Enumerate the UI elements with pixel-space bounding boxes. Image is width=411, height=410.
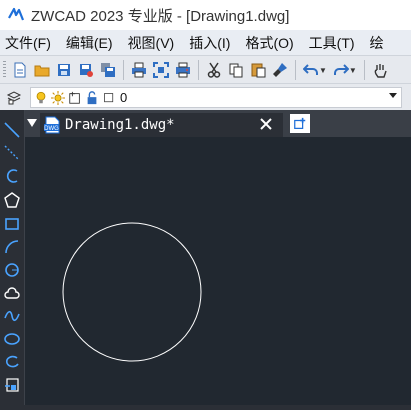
scissors-icon [207,62,221,78]
cloud-icon [4,287,20,299]
save-as-button[interactable] [75,59,97,81]
tab-list-dropdown-icon[interactable] [27,119,37,127]
unlock-icon[interactable] [84,90,99,105]
dwg-icon-text: DWG [44,126,59,132]
undo-arrow-icon [303,64,318,75]
undo-dropdown-icon[interactable]: ▼ [319,66,327,75]
toolbar-separator [295,60,296,80]
ellipse-icon [4,333,20,345]
polygon-tool[interactable] [2,190,22,210]
toolbar-grip[interactable] [3,61,6,79]
menu-tools[interactable]: 工具(T) [303,33,364,53]
pan-button[interactable] [369,59,391,81]
arc-tool[interactable] [2,237,22,257]
model-space [62,222,202,362]
circle-entity[interactable] [62,222,202,362]
polyline-icon [6,169,18,183]
layer-manager-icon [6,91,22,105]
layer-toolbar: 0 [0,83,411,110]
circle-icon [5,263,19,277]
spline-tool[interactable] [2,306,22,326]
plot-button[interactable] [172,59,194,81]
insert-block-tool[interactable] [2,375,22,395]
window-title: ZWCAD 2023 专业版 - [Drawing1.dwg] [31,7,290,25]
plot-icon [176,62,190,78]
title-bar: ZWCAD 2023 专业版 - [Drawing1.dwg] [0,0,411,30]
hand-icon [374,64,387,78]
sun-icon[interactable] [50,90,65,105]
match-properties-button[interactable] [269,59,291,81]
paste-icon [251,63,266,78]
standard-toolbar: ▼ ▼ [0,55,411,84]
ellipse-arc-icon [5,355,19,368]
toolbar-separator [363,60,365,80]
save-all-icon [101,63,115,77]
new-button[interactable] [9,59,31,81]
open-button[interactable] [31,59,53,81]
polyline-tool[interactable] [2,166,22,186]
rectangle-tool[interactable] [2,214,22,234]
polygon-icon [4,192,20,208]
redo-dropdown-icon[interactable]: ▼ [349,66,357,75]
new-tab-button[interactable] [290,114,310,133]
color-swatch-icon[interactable] [101,90,116,105]
insert-block-icon [5,378,19,392]
drawing-canvas[interactable] [25,137,411,405]
layer-dropdown[interactable]: 0 [30,87,402,108]
close-icon[interactable] [259,117,273,131]
copy-button[interactable] [225,59,247,81]
new-drawing-icon [294,117,306,129]
toolbar-separator [198,60,199,80]
lightbulb-icon[interactable] [33,90,48,105]
document-tab-bar: DWG Drawing1.dwg* [25,110,411,137]
cut-button[interactable] [203,59,225,81]
layer-manager-button[interactable] [3,86,25,108]
paste-button[interactable] [247,59,269,81]
save-button[interactable] [53,59,75,81]
viewport-freeze-icon[interactable] [67,90,82,105]
construction-line-tool[interactable] [2,143,22,163]
print-button[interactable] [128,59,150,81]
circle-tool[interactable] [2,260,22,280]
printer-icon [132,62,146,78]
save-icon [58,64,70,76]
paintbrush-icon [273,63,287,77]
tab-drawing1[interactable]: DWG Drawing1.dwg* [40,113,283,137]
ellipse-tool[interactable] [2,329,22,349]
zoom-extents-button[interactable] [150,59,172,81]
toolbar-separator [123,60,124,80]
line-icon [4,122,20,138]
zwcad-logo-icon [8,7,25,21]
arc-icon [5,240,19,254]
spline-icon [4,310,20,322]
rectangle-icon [5,218,19,230]
current-layer-name: 0 [120,90,128,105]
draw-toolbar [0,110,25,405]
save-all-button[interactable] [97,59,119,81]
line-tool[interactable] [2,120,22,140]
redo-arrow-icon [333,64,349,75]
menu-format[interactable]: 格式(O) [239,33,302,53]
new-file-icon [14,62,26,78]
ellipse-arc-tool[interactable] [2,352,22,372]
menu-draw[interactable]: 绘 [364,33,393,53]
menu-insert[interactable]: 插入(I) [183,33,239,53]
tab-label: Drawing1.dwg* [65,117,175,133]
dwg-file-icon: DWG [44,116,60,134]
menu-file[interactable]: 文件(F) [0,33,60,53]
chevron-down-icon[interactable] [389,93,397,98]
zoom-extents-icon [153,62,169,78]
construction-line-icon [4,145,20,161]
menu-view[interactable]: 视图(V) [122,33,184,53]
save-as-icon [80,64,93,77]
menu-bar: 文件(F) 编辑(E) 视图(V) 插入(I) 格式(O) 工具(T) 绘 [0,30,411,55]
revision-cloud-tool[interactable] [2,283,22,303]
open-folder-icon [34,65,50,77]
menu-edit[interactable]: 编辑(E) [60,33,122,53]
copy-icon [229,63,243,78]
